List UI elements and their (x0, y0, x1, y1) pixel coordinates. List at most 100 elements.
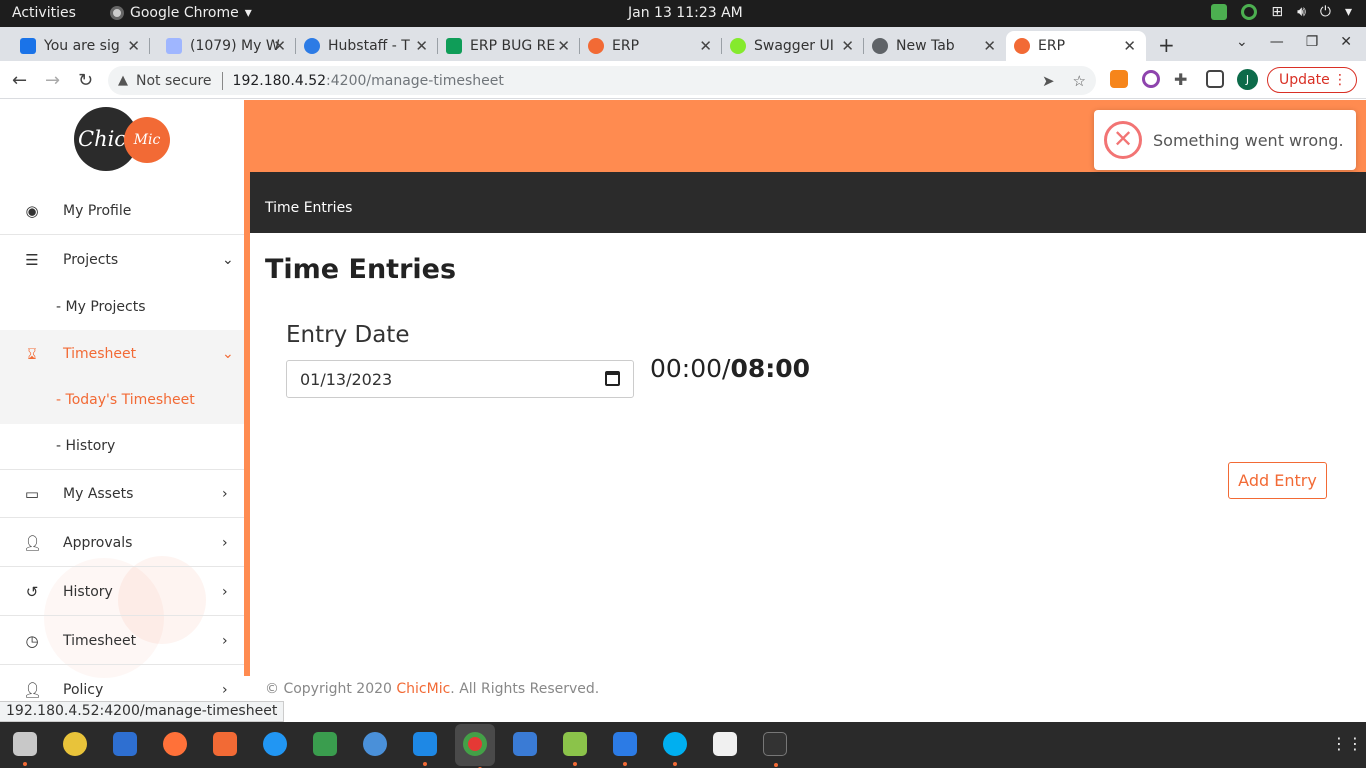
browser-tab[interactable]: Swagger UI ✕ (722, 31, 864, 61)
close-icon[interactable]: ✕ (699, 37, 712, 55)
power-icon[interactable]: ⏻ (1320, 4, 1331, 20)
browser-tab[interactable]: (1079) My W ✕ (158, 31, 296, 61)
app-menu[interactable]: Google Chrome ▾ (110, 5, 252, 21)
rocket-icon[interactable] (313, 732, 337, 756)
shield-check-icon[interactable] (1211, 4, 1228, 20)
send-icon[interactable]: ➤ (1042, 72, 1055, 90)
software-center-icon[interactable] (213, 732, 237, 756)
sidebar-item-approvals[interactable]: 👤︎ Approvals › (0, 519, 244, 567)
hours-total: 08:00 (730, 354, 811, 383)
bookmark-star-icon[interactable]: ☆ (1073, 72, 1086, 90)
browser-tab[interactable]: ERP ✕ (580, 31, 722, 61)
close-icon[interactable]: ✕ (557, 37, 570, 55)
user-plus-icon: 👤︎ (23, 681, 43, 699)
sidebar-item-timesheet-2[interactable]: ◷ Timesheet › (0, 617, 244, 665)
browser-tab[interactable]: New Tab ✕ (864, 31, 1006, 61)
hubstaff-icon[interactable] (513, 732, 537, 756)
sidebar-item-timesheet[interactable]: ⌛︎ Timesheet ⌄ (0, 330, 244, 378)
warning-triangle-icon[interactable]: ▲ (118, 73, 128, 88)
show-apps-grid-icon[interactable]: ⋮⋮⋮ (1331, 734, 1366, 754)
restore-icon[interactable]: ❐ (1306, 34, 1319, 50)
chevron-down-icon: ⌄ (222, 346, 234, 362)
new-tab-icon[interactable]: + (1158, 33, 1175, 57)
mail-icon[interactable] (363, 732, 387, 756)
add-entry-button[interactable]: Add Entry (1228, 462, 1327, 499)
tab-search-icon[interactable]: ⌄ (1236, 34, 1248, 50)
close-icon[interactable]: ✕ (127, 37, 140, 55)
close-icon[interactable]: ✕ (983, 37, 996, 55)
reload-icon[interactable]: ↻ (78, 70, 93, 91)
entry-date-input[interactable]: 01/13/2023 (286, 360, 634, 398)
skype-icon[interactable] (663, 732, 687, 766)
sidebar-item-my-profile[interactable]: ◉ My Profile (0, 187, 244, 235)
writer-icon[interactable] (113, 732, 137, 756)
sidebar-subitem-my-projects[interactable]: - My Projects (0, 283, 244, 331)
system-tray[interactable]: ⊞ 🔊︎ ⏻ ▾ (1211, 4, 1352, 20)
minimize-icon[interactable]: — (1270, 34, 1284, 50)
profile-avatar[interactable]: J (1237, 69, 1258, 90)
close-icon[interactable]: ✕ (841, 37, 854, 55)
sidebar-item-my-assets[interactable]: ▭ My Assets › (0, 470, 244, 518)
text-editor-icon[interactable] (713, 732, 737, 756)
firefox-icon[interactable] (163, 732, 187, 756)
network-icon[interactable]: ⊞ (1271, 4, 1283, 20)
update-label: Update (1279, 72, 1330, 88)
recycle-icon[interactable] (1241, 4, 1258, 20)
tab-title: Hubstaff - T (328, 38, 410, 54)
notes-icon[interactable] (563, 732, 587, 766)
volume-icon[interactable]: 🔊︎ (1297, 4, 1306, 20)
hours-counter: 00:00/08:00 (650, 354, 810, 383)
close-window-icon[interactable]: ✕ (1340, 34, 1352, 50)
color-extension-icon[interactable] (1142, 70, 1160, 88)
sidebar-item-history[interactable]: ↺ History › (0, 568, 244, 616)
side-panel-icon[interactable] (1206, 70, 1224, 88)
sidebar-item-label: History (63, 583, 113, 600)
security-label[interactable]: Not secure (136, 73, 212, 89)
calendar-icon[interactable] (605, 371, 620, 386)
browser-tab[interactable]: Hubstaff - T ✕ (296, 31, 438, 61)
metamask-extension-icon[interactable] (1110, 70, 1128, 88)
sidebar-item-text: Today's Timesheet (65, 392, 195, 408)
footer-suffix: . All Rights Reserved. (450, 681, 600, 697)
address-bar[interactable]: ▲ Not secure 192.180.4.52:4200/manage-ti… (108, 66, 1096, 95)
entry-date-value: 01/13/2023 (300, 369, 393, 389)
sidebar-item-text: My Projects (65, 298, 146, 315)
tab-favicon-icon (20, 38, 36, 54)
vscode-icon[interactable] (413, 732, 437, 766)
tab-title: Swagger UI (754, 38, 834, 54)
footer-brand-link[interactable]: ChicMic (396, 681, 450, 697)
rhythmbox-icon[interactable] (63, 732, 87, 756)
terminal-icon[interactable] (763, 732, 787, 767)
sidebar-subitem-history[interactable]: - History (0, 422, 244, 470)
help-icon[interactable] (263, 732, 287, 756)
back-arrow-icon[interactable]: ← (12, 70, 27, 91)
hours-logged: 00:00/ (650, 354, 731, 383)
activities-button[interactable]: Activities (12, 5, 76, 21)
files-icon[interactable] (13, 732, 37, 766)
page-title: Time Entries (265, 254, 457, 285)
tab-title: ERP (612, 38, 640, 54)
error-toast[interactable]: ✕ Something went wrong. (1094, 110, 1356, 170)
chevron-right-icon: › (222, 534, 228, 551)
forward-arrow-icon[interactable]: → (45, 70, 60, 91)
close-icon[interactable]: ✕ (273, 37, 286, 55)
update-button[interactable]: Update ⋮ (1267, 67, 1357, 93)
hubstaff-tracker-icon[interactable] (613, 732, 637, 766)
system-clock[interactable]: Jan 13 11:23 AM (628, 5, 743, 21)
close-icon[interactable]: ✕ (415, 37, 428, 55)
browser-tab[interactable]: ERP BUG RE ✕ (438, 31, 580, 61)
chevron-right-icon: › (222, 485, 228, 502)
sidebar-subitem-todays-timesheet[interactable]: - Today's Timesheet (0, 376, 244, 424)
kebab-menu-icon[interactable]: ⋮ (1333, 72, 1347, 88)
footer-prefix: © Copyright 2020 (265, 681, 397, 697)
chicmic-logo[interactable]: Chic Mic (74, 107, 170, 171)
browser-tab[interactable]: You are sig ✕ (12, 31, 150, 61)
sidebar-item-policy[interactable]: 👤︎ Policy › (0, 666, 244, 702)
close-icon[interactable]: ✕ (1123, 37, 1136, 55)
chrome-icon[interactable] (463, 732, 487, 768)
puzzle-extensions-icon[interactable]: ✚ (1174, 70, 1192, 89)
sidebar-item-projects[interactable]: ☰ Projects ⌄ (0, 236, 244, 284)
browser-tab-active[interactable]: ERP ✕ (1006, 31, 1146, 61)
caret-down-icon[interactable]: ▾ (1345, 4, 1352, 20)
sidebar: Chic Mic ◉ My Profile ☰ Projects ⌄ - My … (0, 100, 244, 702)
